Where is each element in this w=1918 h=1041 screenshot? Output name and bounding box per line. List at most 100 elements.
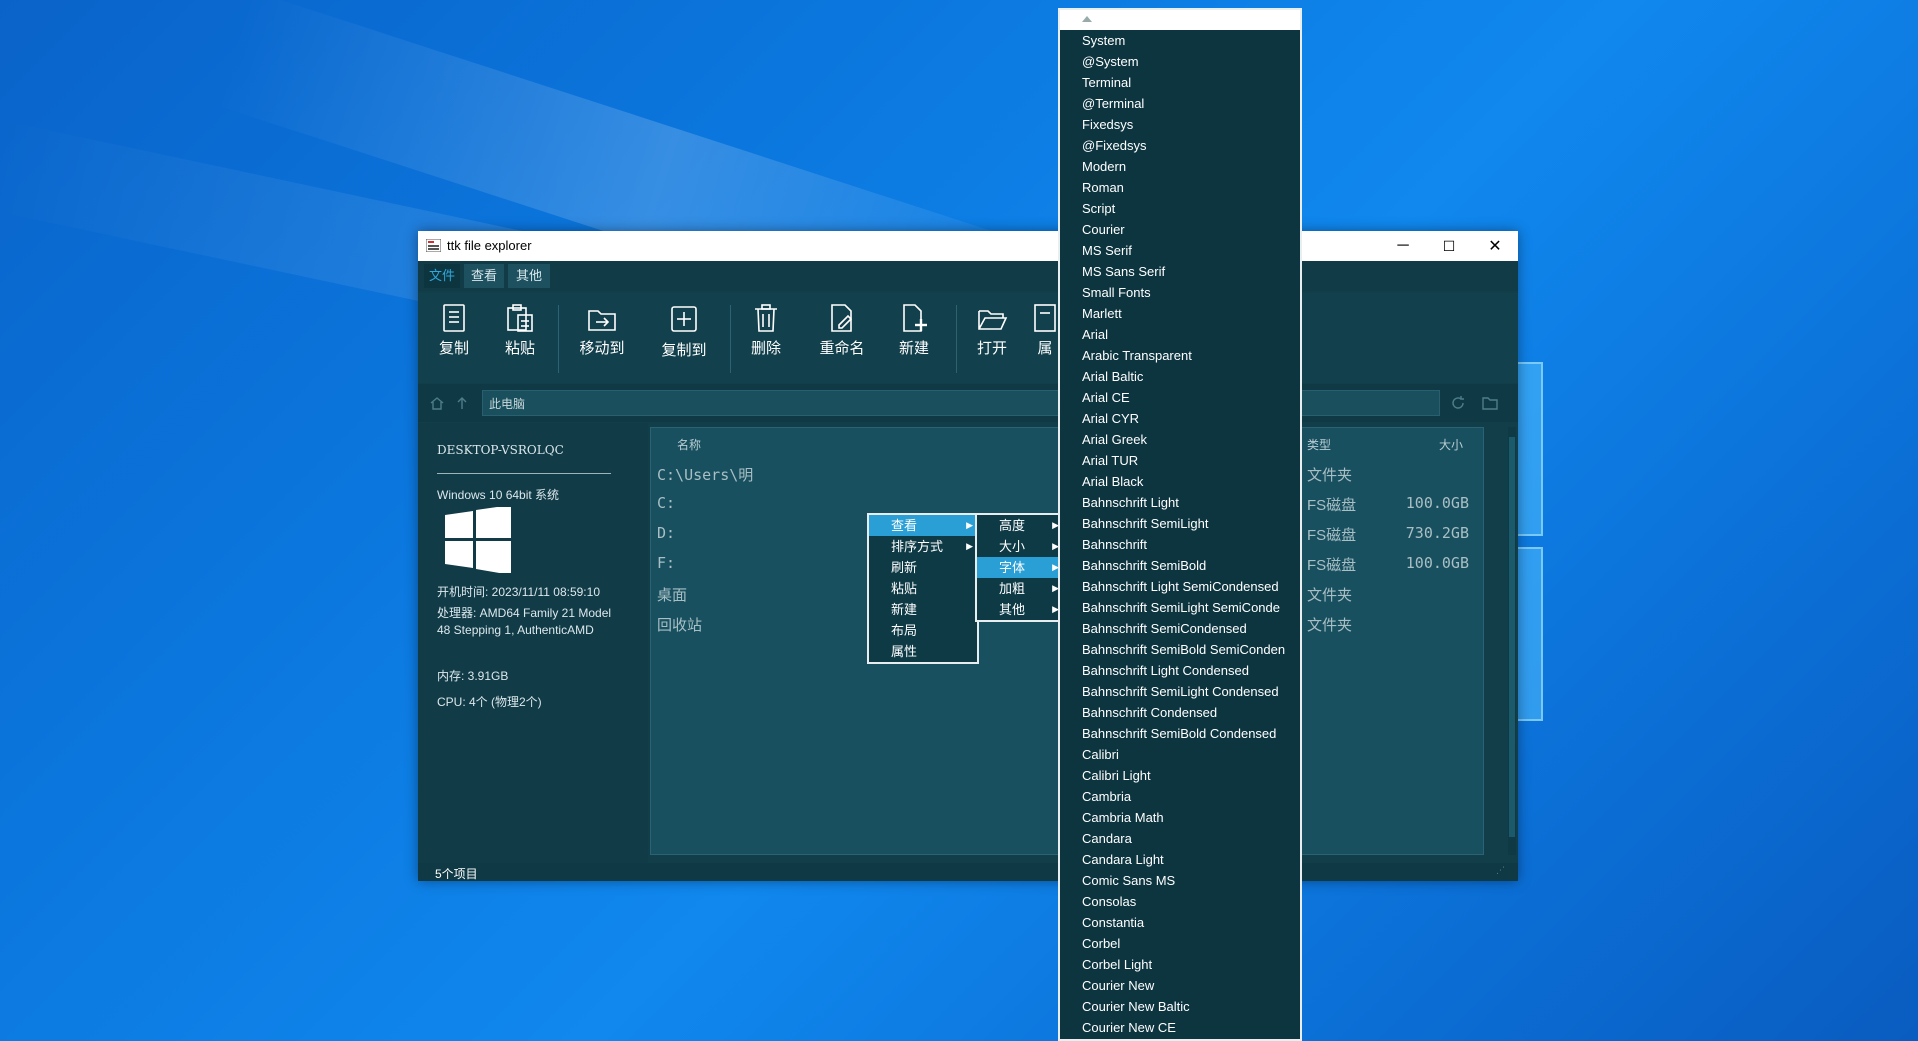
menu-item[interactable]: 刷新 <box>869 557 977 578</box>
copy-button[interactable]: 复制 <box>434 303 474 358</box>
scroll-up-arrow-icon[interactable] <box>1082 16 1092 22</box>
font-option[interactable]: Courier New <box>1060 975 1300 996</box>
font-option[interactable]: Roman <box>1060 177 1300 198</box>
font-option[interactable]: Comic Sans MS <box>1060 870 1300 891</box>
font-option[interactable]: Courier <box>1060 219 1300 240</box>
font-option[interactable]: Bahnschrift Light <box>1060 492 1300 513</box>
font-option[interactable]: Arial TUR <box>1060 450 1300 471</box>
rename-button[interactable]: 重命名 <box>814 303 870 358</box>
up-arrow-icon[interactable] <box>456 396 468 410</box>
column-header-name[interactable]: 名称 <box>677 436 701 453</box>
font-option[interactable]: Calibri <box>1060 744 1300 765</box>
font-dropdown-list[interactable]: System @System Terminal @Terminal Fixedsys @F… <box>1058 8 1302 1041</box>
font-option[interactable]: Consolas <box>1060 891 1300 912</box>
refresh-icon[interactable] <box>1451 396 1465 410</box>
font-option[interactable]: System <box>1060 30 1300 51</box>
font-option[interactable]: Bahnschrift SemiBold SemiConden <box>1060 639 1300 660</box>
menu-item[interactable]: 粘贴 <box>869 578 977 599</box>
item-count: 5个项目 <box>435 867 478 881</box>
font-option[interactable]: Courier New CE <box>1060 1017 1300 1038</box>
scroll-up-bar[interactable] <box>1060 10 1300 30</box>
font-option[interactable]: Bahnschrift Condensed <box>1060 702 1300 723</box>
font-option[interactable]: Small Fonts <box>1060 282 1300 303</box>
menu-item[interactable]: 大小 ▶ <box>977 536 1063 557</box>
menu-tab-view[interactable]: 查看 <box>464 264 504 288</box>
font-option[interactable]: Marlett <box>1060 303 1300 324</box>
paste-button[interactable]: 粘贴 <box>500 303 540 358</box>
font-option[interactable]: Candara Light <box>1060 849 1300 870</box>
font-option[interactable]: Terminal <box>1060 72 1300 93</box>
menu-tab-other[interactable]: 其他 <box>508 264 550 288</box>
font-option[interactable]: Candara <box>1060 828 1300 849</box>
font-option[interactable]: Cambria <box>1060 786 1300 807</box>
font-option[interactable]: MS Sans Serif <box>1060 261 1300 282</box>
font-option[interactable]: MS Serif <box>1060 240 1300 261</box>
toolbar: 复制 粘贴 移动到 复制到 删除 重命名 新建 打开 属 <box>418 293 1518 383</box>
row-type: 文件夹 <box>1307 587 1353 604</box>
menu-item[interactable]: 字体 ▶ <box>977 557 1063 578</box>
windows-logo-backdrop <box>1515 362 1635 722</box>
font-option[interactable]: Arial Baltic <box>1060 366 1300 387</box>
font-option[interactable]: Courier New Baltic <box>1060 996 1300 1017</box>
host-name: DESKTOP-VSROLQC <box>437 443 564 457</box>
close-button[interactable]: ✕ <box>1472 231 1518 261</box>
column-header-size[interactable]: 大小 <box>1439 436 1463 453</box>
move-to-button[interactable]: 移动到 <box>574 303 630 358</box>
font-option[interactable]: @Fixedsys <box>1060 135 1300 156</box>
font-option[interactable]: @System <box>1060 51 1300 72</box>
font-option[interactable]: Arial Black <box>1060 471 1300 492</box>
delete-button[interactable]: 删除 <box>746 303 786 358</box>
scrollbar[interactable] <box>1508 427 1516 855</box>
move-to-label: 移动到 <box>579 340 625 357</box>
font-option[interactable]: Constantia <box>1060 912 1300 933</box>
menu-item[interactable]: 新建 <box>869 599 977 620</box>
font-option[interactable]: Arial CYR <box>1060 408 1300 429</box>
menu-item-label: 字体 <box>999 560 1026 575</box>
font-option[interactable]: Cambria Math <box>1060 807 1300 828</box>
processor-info: 处理器: AMD64 Family 21 Model 48 Stepping 1… <box>437 606 612 637</box>
font-option[interactable]: Bahnschrift SemiLight <box>1060 513 1300 534</box>
copy-to-button[interactable]: 复制到 <box>656 303 712 360</box>
font-option[interactable]: Fixedsys <box>1060 114 1300 135</box>
new-button[interactable]: 新建 <box>894 303 934 358</box>
title-bar[interactable]: ttk file explorer ─ ☐ ✕ <box>418 231 1518 261</box>
open-button[interactable]: 打开 <box>972 303 1012 358</box>
menu-item[interactable]: 高度 ▶ <box>977 515 1063 536</box>
font-option[interactable]: Bahnschrift Light Condensed <box>1060 660 1300 681</box>
font-option[interactable]: Arial CE <box>1060 387 1300 408</box>
font-option[interactable]: Arial Greek <box>1060 429 1300 450</box>
font-option[interactable]: Bahnschrift Light SemiCondensed <box>1060 576 1300 597</box>
home-icon[interactable] <box>430 396 444 410</box>
rename-icon <box>831 304 853 332</box>
menu-tab-file[interactable]: 文件 <box>424 264 460 288</box>
copy-to-label: 复制到 <box>661 342 707 359</box>
font-option[interactable]: Arabic Transparent <box>1060 345 1300 366</box>
font-option[interactable]: Modern <box>1060 156 1300 177</box>
minimize-button[interactable]: ─ <box>1380 231 1426 261</box>
menu-item[interactable]: 查看 ▶ <box>869 515 977 536</box>
font-option[interactable]: Bahnschrift SemiBold <box>1060 555 1300 576</box>
properties-button[interactable]: 属 <box>1030 303 1060 358</box>
font-option[interactable]: Bahnschrift SemiBold Condensed <box>1060 723 1300 744</box>
font-option[interactable]: Script <box>1060 198 1300 219</box>
font-option[interactable]: Bahnschrift <box>1060 534 1300 555</box>
properties-icon <box>1034 304 1056 332</box>
font-option[interactable]: Calibri Light <box>1060 765 1300 786</box>
font-option[interactable]: Bahnschrift SemiLight SemiConde <box>1060 597 1300 618</box>
font-option[interactable]: Arial <box>1060 324 1300 345</box>
scrollbar-thumb[interactable] <box>1509 437 1515 837</box>
font-option[interactable]: @Terminal <box>1060 93 1300 114</box>
maximize-button[interactable]: ☐ <box>1426 231 1472 261</box>
font-option[interactable]: Bahnschrift SemiCondensed <box>1060 618 1300 639</box>
menu-item[interactable]: 排序方式 ▶ <box>869 536 977 557</box>
menu-item[interactable]: 布局 <box>869 620 977 641</box>
folder-icon[interactable] <box>1482 396 1498 410</box>
menu-item[interactable]: 加粗 ▶ <box>977 578 1063 599</box>
resize-grip-icon[interactable]: ⋰ <box>1496 865 1505 876</box>
font-option[interactable]: Bahnschrift SemiLight Condensed <box>1060 681 1300 702</box>
font-option[interactable]: Corbel Light <box>1060 954 1300 975</box>
menu-item[interactable]: 其他 ▶ <box>977 599 1063 620</box>
font-option[interactable]: Corbel <box>1060 933 1300 954</box>
menu-item[interactable]: 属性 <box>869 641 977 662</box>
column-header-type[interactable]: 类型 <box>1307 436 1331 453</box>
